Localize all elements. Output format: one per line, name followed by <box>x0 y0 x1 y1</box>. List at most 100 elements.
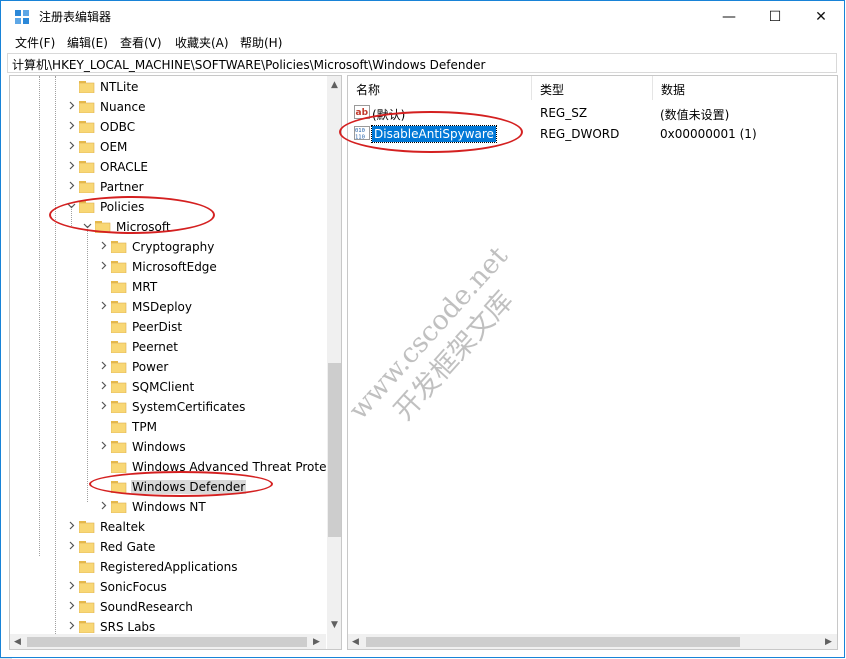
chevron-right-icon[interactable] <box>99 261 108 270</box>
tree-item-label: SystemCertificates <box>132 400 246 414</box>
tree-item-sqmclient[interactable]: SQMClient <box>10 377 326 397</box>
chevron-right-icon[interactable] <box>67 541 76 550</box>
address-path: 计算机\HKEY_LOCAL_MACHINE\SOFTWARE\Policies… <box>12 58 486 72</box>
chevron-right-icon[interactable] <box>67 521 76 530</box>
menu-view[interactable]: 查看(V) <box>120 34 162 51</box>
tree-vertical-scrollbar[interactable] <box>327 76 341 634</box>
folder-icon <box>111 401 127 413</box>
tree-item-label: MicrosoftEdge <box>132 260 217 274</box>
folder-icon <box>111 381 127 393</box>
value-data: 0x00000001 (1) <box>660 127 757 141</box>
close-button[interactable]: ✕ <box>798 1 844 32</box>
value-data: (数值未设置) <box>660 108 730 122</box>
folder-icon <box>111 321 127 333</box>
menu-help[interactable]: 帮助(H) <box>240 34 282 51</box>
key-tree-pane[interactable]: NTLite Nuance ODBC OEM ORACLE Partner Policies… <box>9 75 342 650</box>
tree-horizontal-scroll-thumb[interactable] <box>27 637 307 647</box>
scroll-up-arrow-icon[interactable]: ▲ <box>331 80 338 90</box>
chevron-right-icon[interactable] <box>67 141 76 150</box>
maximize-button[interactable]: ☐ <box>752 1 798 32</box>
tree-item-microsoftedge[interactable]: MicrosoftEdge <box>10 257 326 277</box>
registry-editor-window: 注册表编辑器 — ☐ ✕ 文件(F) 编辑(E) 查看(V) 收藏夹(A) 帮助… <box>0 0 845 658</box>
folder-icon <box>79 561 95 573</box>
menu-edit[interactable]: 编辑(E) <box>67 34 108 51</box>
folder-icon <box>111 241 127 253</box>
tree-item-odbc[interactable]: ODBC <box>10 117 326 137</box>
values-horizontal-scroll-thumb[interactable] <box>366 637 740 647</box>
minimize-button[interactable]: — <box>706 1 752 32</box>
menu-favorites[interactable]: 收藏夹(A) <box>175 34 229 51</box>
chevron-right-icon[interactable] <box>67 181 76 190</box>
folder-icon <box>111 441 127 453</box>
tree-item-peerdist[interactable]: PeerDist <box>10 317 326 337</box>
folder-icon <box>111 421 127 433</box>
tree-item-label: MSDeploy <box>132 300 192 314</box>
tree-item-registeredapplications[interactable]: RegisteredApplications <box>10 557 326 577</box>
tree-item-label: Power <box>132 360 169 374</box>
tree-item-windows[interactable]: Windows <box>10 437 326 457</box>
tree-item-label: PeerDist <box>132 320 183 334</box>
tree-item-realtek[interactable]: Realtek <box>10 517 326 537</box>
chevron-right-icon[interactable] <box>67 581 76 590</box>
column-header-type[interactable]: 类型 <box>532 76 652 100</box>
scroll-left-arrow-icon[interactable]: ◀ <box>14 637 21 647</box>
column-header-data[interactable]: 数据 <box>653 76 837 100</box>
tree-item-label: Peernet <box>132 340 178 354</box>
annotation-ellipse-disableantispyware <box>339 111 523 153</box>
chevron-right-icon[interactable] <box>67 121 76 130</box>
tree-item-windows-nt[interactable]: Windows NT <box>10 497 326 517</box>
menu-bar: 文件(F) 编辑(E) 查看(V) 收藏夹(A) 帮助(H) <box>1 32 844 52</box>
scroll-down-arrow-icon[interactable]: ▼ <box>331 620 338 630</box>
tree-item-label: Cryptography <box>132 240 215 254</box>
folder-icon <box>79 181 95 193</box>
tree-vertical-scroll-thumb[interactable] <box>328 363 341 537</box>
folder-icon <box>79 121 95 133</box>
scroll-right-arrow-icon[interactable]: ▶ <box>825 637 832 647</box>
folder-icon <box>79 581 95 593</box>
chevron-right-icon[interactable] <box>67 621 76 630</box>
tree-item-label: Nuance <box>100 100 146 114</box>
tree-item-cryptography[interactable]: Cryptography <box>10 237 326 257</box>
tree-item-oracle[interactable]: ORACLE <box>10 157 326 177</box>
column-header-name[interactable]: 名称 <box>348 76 531 100</box>
chevron-right-icon[interactable] <box>67 601 76 610</box>
tree-item-label: SRS Labs <box>100 620 156 634</box>
chevron-right-icon[interactable] <box>99 441 108 450</box>
chevron-right-icon[interactable] <box>99 361 108 370</box>
chevron-right-icon[interactable] <box>99 241 108 250</box>
tree-item-tpm[interactable]: TPM <box>10 417 326 437</box>
tree-item-oem[interactable]: OEM <box>10 137 326 157</box>
menu-file[interactable]: 文件(F) <box>15 34 55 51</box>
tree-item-mrt[interactable]: MRT <box>10 277 326 297</box>
folder-icon <box>79 81 95 93</box>
scroll-right-arrow-icon[interactable]: ▶ <box>313 637 320 647</box>
tree-item-label: TPM <box>132 420 157 434</box>
tree-item-partner[interactable]: Partner <box>10 177 326 197</box>
value-type: REG_SZ <box>540 106 588 120</box>
tree-item-peernet[interactable]: Peernet <box>10 337 326 357</box>
tree-item-power[interactable]: Power <box>10 357 326 377</box>
tree-item-label: ODBC <box>100 120 136 134</box>
tree-item-nuance[interactable]: Nuance <box>10 97 326 117</box>
tree-item-systemcertificates[interactable]: SystemCertificates <box>10 397 326 417</box>
chevron-right-icon[interactable] <box>99 381 108 390</box>
chevron-right-icon[interactable] <box>67 101 76 110</box>
chevron-right-icon[interactable] <box>99 401 108 410</box>
title-bar[interactable]: 注册表编辑器 — ☐ ✕ <box>1 1 844 32</box>
window-title: 注册表编辑器 <box>39 10 112 24</box>
chevron-right-icon[interactable] <box>99 301 108 310</box>
value-type: REG_DWORD <box>540 127 620 141</box>
tree-item-label: Windows <box>132 440 186 454</box>
scroll-left-arrow-icon[interactable]: ◀ <box>352 637 359 647</box>
tree-item-msdeploy[interactable]: MSDeploy <box>10 297 326 317</box>
chevron-right-icon[interactable] <box>99 501 108 510</box>
tree-item-ntlite[interactable]: NTLite <box>10 77 326 97</box>
folder-icon <box>111 261 127 273</box>
tree-item-sonicfocus[interactable]: SonicFocus <box>10 577 326 597</box>
folder-icon <box>111 361 127 373</box>
tree-item-soundresearch[interactable]: SoundResearch <box>10 597 326 617</box>
address-bar[interactable]: 计算机\HKEY_LOCAL_MACHINE\SOFTWARE\Policies… <box>7 53 837 73</box>
tree-item-label: NTLite <box>100 80 139 94</box>
chevron-right-icon[interactable] <box>67 161 76 170</box>
tree-item-red-gate[interactable]: Red Gate <box>10 537 326 557</box>
